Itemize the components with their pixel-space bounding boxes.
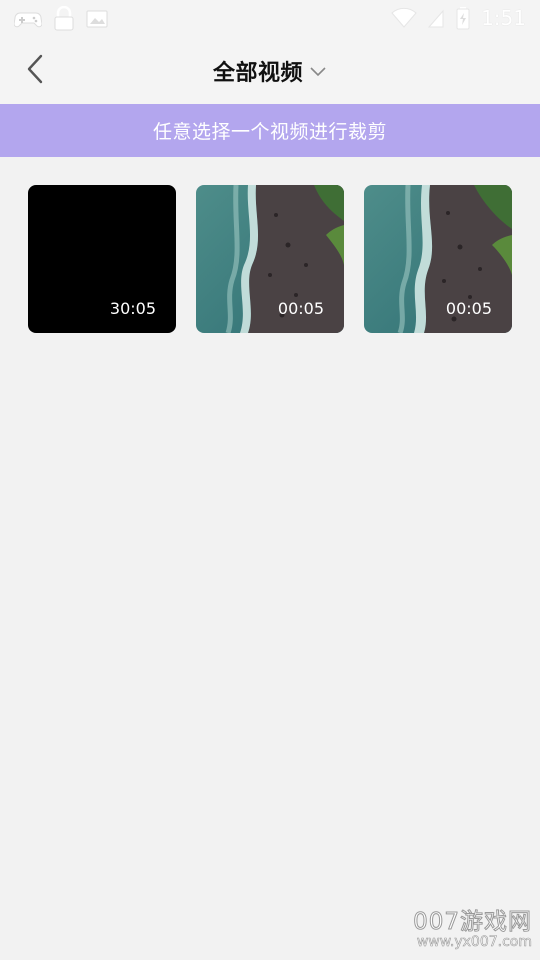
- hint-banner-text: 任意选择一个视频进行裁剪: [152, 121, 387, 143]
- page-title[interactable]: 全部视频: [213, 55, 303, 87]
- video-thumbnail[interactable]: 00:05: [364, 185, 512, 333]
- image-icon: [86, 9, 108, 29]
- watermark: 007游戏网 www.yx007.com: [402, 902, 533, 954]
- watermark-line1: 007游戏网: [413, 909, 532, 936]
- chevron-left-icon: [25, 53, 45, 89]
- status-time: 1:51: [481, 6, 526, 30]
- status-right-icons: 1:51: [391, 6, 526, 30]
- video-thumbnail[interactable]: 30:05: [28, 185, 176, 333]
- title-wrap[interactable]: 全部视频: [0, 38, 540, 104]
- video-duration: 00:05: [445, 299, 492, 318]
- status-bar: 1:51: [0, 0, 540, 38]
- watermark-line2: www.yx007.com: [416, 934, 533, 951]
- back-button[interactable]: [18, 54, 52, 88]
- header: 全部视频: [0, 38, 540, 104]
- video-grid: 30:05 00:05 00:05: [28, 185, 512, 333]
- video-duration: 00:05: [277, 299, 324, 318]
- status-left-icons: [14, 6, 108, 32]
- chevron-down-icon[interactable]: [309, 62, 327, 81]
- gamepad-icon: [14, 8, 42, 30]
- battery-icon: [455, 6, 471, 30]
- lock-icon: [52, 6, 76, 32]
- hint-banner: 任意选择一个视频进行裁剪: [0, 104, 540, 157]
- video-thumbnail[interactable]: 00:05: [196, 185, 344, 333]
- video-duration: 30:05: [109, 299, 156, 318]
- wifi-icon: [391, 7, 417, 29]
- signal-icon: [427, 7, 445, 29]
